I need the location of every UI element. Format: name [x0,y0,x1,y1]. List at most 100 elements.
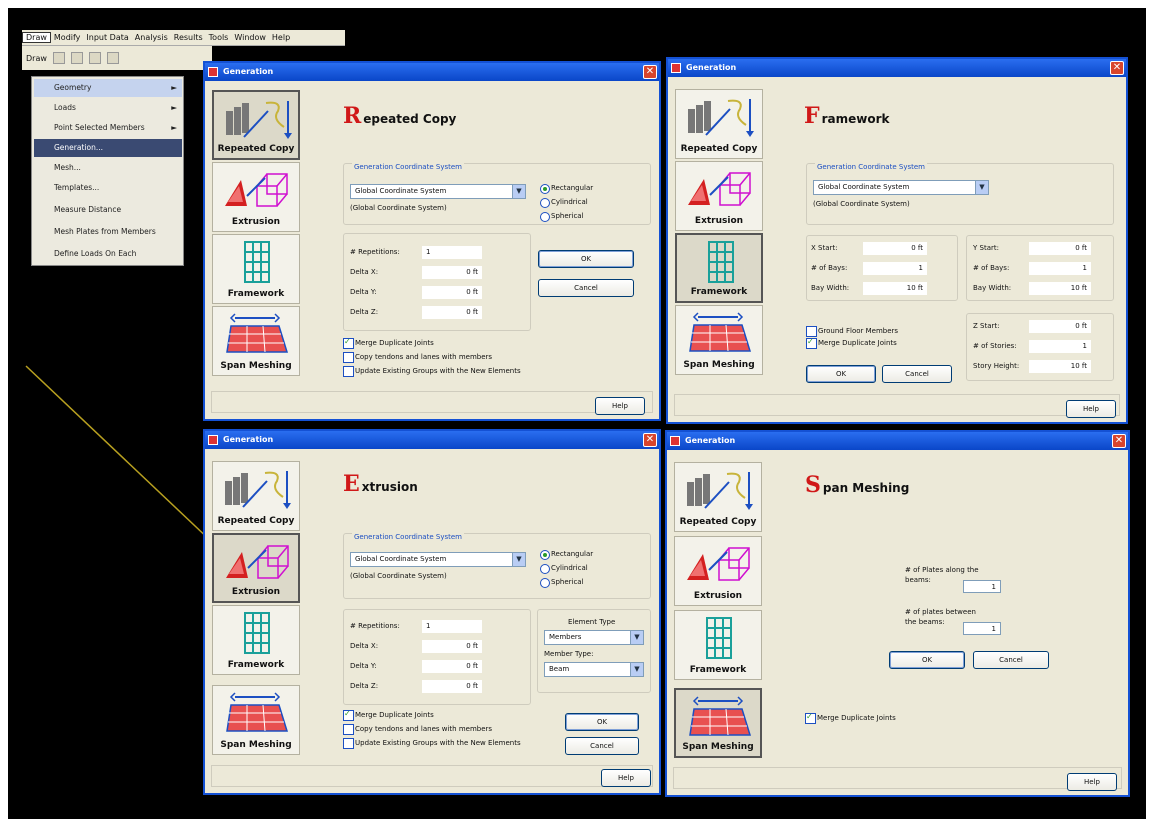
plates-along-label-2: beams: [905,576,931,584]
menu-item-mesh[interactable]: Mesh... [34,159,182,177]
menu-item-measure-distance[interactable]: Measure Distance [34,201,182,219]
ok-button[interactable]: OK [889,651,965,669]
menu-item-point-selected-members[interactable]: Point Selected Members ► [34,119,182,137]
generation-dialog-span-meshing: Generation ✕ Repeated Copy Extrusion Fram… [665,430,1130,797]
help-button[interactable]: Help [1066,400,1116,418]
update-groups-checkbox[interactable]: Update Existing Groups with the New Elem… [343,366,521,377]
ok-button[interactable]: OK [565,713,639,731]
tool-icon[interactable] [52,52,65,64]
delta-x-input[interactable]: 0 ft [422,266,482,279]
delta-z-label: Delta Z: [350,682,379,690]
menu-analysis[interactable]: Analysis [132,33,171,42]
span-meshing-button[interactable]: Span Meshing [674,688,762,758]
close-icon[interactable]: ✕ [643,433,657,447]
radio-spherical[interactable]: Spherical [540,212,584,222]
merge-duplicate-joints-checkbox[interactable]: Merge Duplicate Joints [805,712,896,724]
repeated-copy-button[interactable]: Repeated Copy [212,90,300,160]
extrusion-button[interactable]: Extrusion [675,161,763,231]
repeated-copy-button[interactable]: Repeated Copy [674,462,762,532]
element-type-select[interactable]: Members ▼ [544,630,644,645]
copy-tendons-checkbox[interactable]: Copy tendons and lanes with members [343,352,492,363]
delta-y-input[interactable]: 0 ft [422,286,482,299]
repeated-copy-button[interactable]: Repeated Copy [212,461,300,531]
framework-button[interactable]: Framework [675,233,763,303]
radio-rectangular[interactable]: Rectangular [540,184,593,194]
chevron-down-icon: ▼ [630,631,643,644]
menu-item-mesh-plates[interactable]: Mesh Plates from Members [34,223,182,241]
cancel-button[interactable]: Cancel [538,279,634,297]
menu-window[interactable]: Window [231,33,269,42]
menu-item-generation[interactable]: Generation... [34,139,182,157]
ok-button[interactable]: OK [538,250,634,268]
tool-icon[interactable] [70,52,83,64]
merge-duplicate-joints-checkbox[interactable]: Merge Duplicate Joints [806,337,897,349]
repeated-copy-button[interactable]: Repeated Copy [675,89,763,159]
menu-item-templates[interactable]: Templates... [34,179,182,197]
gcs-select[interactable]: Global Coordinate System ▼ [813,180,989,195]
close-icon[interactable]: ✕ [1110,61,1124,75]
menu-draw[interactable]: Draw [22,32,51,43]
y-start-input[interactable]: 0 ft [1029,242,1091,255]
z-start-input[interactable]: 0 ft [1029,320,1091,333]
draw-tool-label[interactable]: Draw [26,54,47,63]
help-button[interactable]: Help [595,397,645,415]
x-bay-width-input[interactable]: 10 ft [863,282,927,295]
y-bay-width-input[interactable]: 10 ft [1029,282,1091,295]
extrusion-button[interactable]: Extrusion [212,533,300,603]
radio-cylindrical[interactable]: Cylindrical [540,564,588,574]
delta-y-input[interactable]: 0 ft [422,660,482,673]
framework-icon [706,617,732,659]
menu-item-geometry[interactable]: Geometry ► [34,79,182,97]
cancel-button[interactable]: Cancel [565,737,639,755]
delta-z-input[interactable]: 0 ft [422,680,482,693]
close-icon[interactable]: ✕ [643,65,657,79]
cancel-button[interactable]: Cancel [882,365,952,383]
repetitions-input[interactable]: 1 [422,246,482,259]
repetitions-input[interactable]: 1 [422,620,482,633]
span-meshing-button[interactable]: Span Meshing [675,305,763,375]
menu-results[interactable]: Results [171,33,206,42]
menu-input-data[interactable]: Input Data [83,33,131,42]
span-meshing-icon [226,313,289,353]
extrusion-button[interactable]: Extrusion [212,162,300,232]
framework-button[interactable]: Framework [212,605,300,675]
gcs-select[interactable]: Global Coordinate System ▼ [350,184,526,199]
plates-along-input[interactable]: 1 [963,580,1001,593]
tool-icon[interactable] [88,52,101,64]
delta-x-input[interactable]: 0 ft [422,640,482,653]
delta-z-input[interactable]: 0 ft [422,306,482,319]
merge-duplicate-joints-checkbox[interactable]: Merge Duplicate Joints [343,709,434,721]
stories-input[interactable]: 1 [1029,340,1091,353]
help-button[interactable]: Help [601,769,651,787]
framework-button[interactable]: Framework [674,610,762,680]
ground-floor-checkbox[interactable]: Ground Floor Members [806,326,898,337]
radio-cylindrical[interactable]: Cylindrical [540,198,588,208]
gcs-select[interactable]: Global Coordinate System ▼ [350,552,526,567]
cancel-button[interactable]: Cancel [973,651,1049,669]
ok-button[interactable]: OK [806,365,876,383]
close-icon[interactable]: ✕ [1112,434,1126,448]
plates-between-input[interactable]: 1 [963,622,1001,635]
copy-tendons-checkbox[interactable]: Copy tendons and lanes with members [343,724,492,735]
story-height-input[interactable]: 10 ft [1029,360,1091,373]
member-type-select[interactable]: Beam ▼ [544,662,644,677]
radio-rectangular[interactable]: Rectangular [540,550,593,560]
delta-x-label: Delta X: [350,268,379,276]
menu-tools[interactable]: Tools [206,33,232,42]
span-meshing-button[interactable]: Span Meshing [212,685,300,755]
span-meshing-button[interactable]: Span Meshing [212,306,300,376]
framework-button[interactable]: Framework [212,234,300,304]
x-start-input[interactable]: 0 ft [863,242,927,255]
merge-duplicate-joints-checkbox[interactable]: Merge Duplicate Joints [343,337,434,349]
menu-help[interactable]: Help [269,33,293,42]
menu-item-define-loads[interactable]: Define Loads On Each [34,245,182,263]
menu-item-loads[interactable]: Loads ► [34,99,182,117]
y-bays-input[interactable]: 1 [1029,262,1091,275]
tool-icon[interactable] [106,52,119,64]
radio-spherical[interactable]: Spherical [540,578,584,588]
extrusion-button[interactable]: Extrusion [674,536,762,606]
update-groups-checkbox[interactable]: Update Existing Groups with the New Elem… [343,738,521,749]
help-button[interactable]: Help [1067,773,1117,791]
menu-modify[interactable]: Modify [51,33,84,42]
x-bays-input[interactable]: 1 [863,262,927,275]
